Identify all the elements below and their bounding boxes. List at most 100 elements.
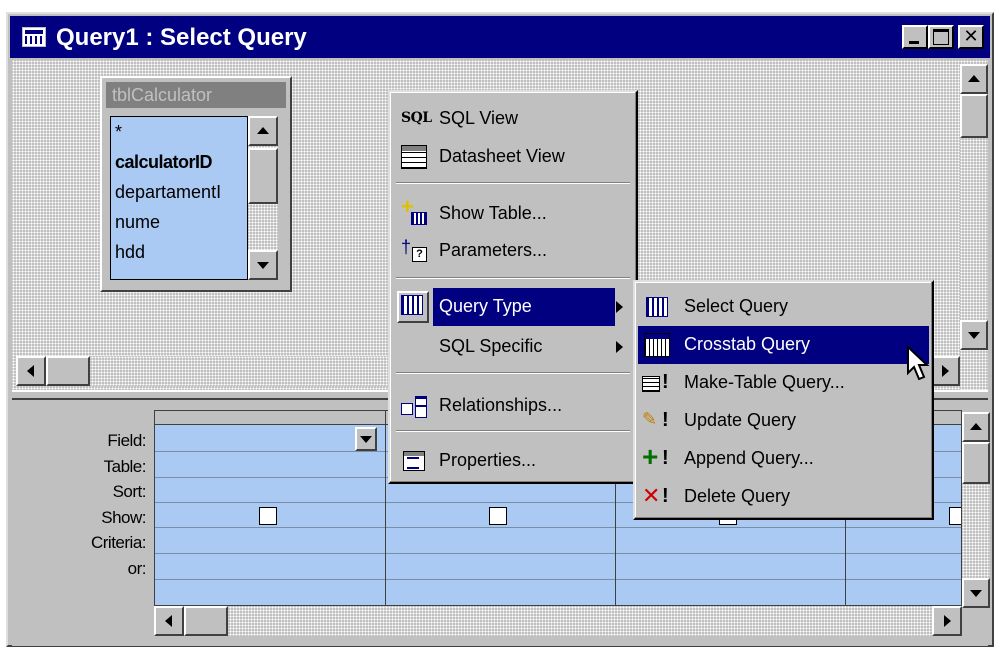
maximize-button[interactable] bbox=[928, 25, 954, 49]
row-label-show: Show: bbox=[101, 507, 146, 527]
scroll-thumb[interactable] bbox=[46, 356, 90, 386]
scroll-thumb[interactable] bbox=[248, 148, 278, 204]
show-checkbox[interactable] bbox=[489, 507, 507, 525]
scroll-up-button[interactable] bbox=[248, 116, 278, 146]
grid-column-divider bbox=[385, 425, 386, 605]
scroll-left-button[interactable] bbox=[16, 356, 46, 386]
menu-item-label: Query Type bbox=[439, 296, 532, 316]
scroll-thumb[interactable] bbox=[184, 606, 228, 636]
title-bar[interactable]: Query1 : Select Query ✕ bbox=[10, 16, 990, 58]
sql-icon: SQL bbox=[401, 110, 432, 126]
grid-line bbox=[155, 553, 961, 554]
menu-item-crosstab-query[interactable]: Crosstab Query bbox=[638, 326, 929, 364]
menu-item-properties[interactable]: Properties... bbox=[393, 442, 633, 480]
menu-item-parameters[interactable]: Parameters... bbox=[393, 232, 633, 270]
menu-item-sql-view[interactable]: SQL SQL View bbox=[393, 100, 633, 138]
menu-item-sql-specific[interactable]: SQL Specific bbox=[393, 328, 633, 366]
menu-separator bbox=[396, 430, 630, 432]
query-type-icon bbox=[397, 291, 429, 323]
column-selector[interactable] bbox=[385, 411, 386, 425]
menu-item-label: Select Query bbox=[684, 296, 789, 316]
menu-item-label: Relationships... bbox=[439, 395, 563, 415]
field-item-primary-key[interactable]: calculatorID bbox=[111, 147, 247, 177]
field-list-items[interactable]: * calculatorID departamentI nume hdd bbox=[110, 116, 248, 280]
scroll-down-button[interactable] bbox=[960, 320, 988, 350]
right-arrow-icon bbox=[942, 365, 949, 377]
menu-separator bbox=[396, 372, 630, 374]
menu-item-append-query[interactable]: ! Append Query... bbox=[638, 440, 929, 478]
scroll-up-button[interactable] bbox=[962, 412, 990, 442]
scroll-left-button[interactable] bbox=[154, 606, 184, 636]
menu-item-label: Update Query bbox=[684, 410, 797, 430]
field-item[interactable]: * bbox=[111, 117, 247, 147]
grid-row-labels: Field: Table: Sort: Show: Criteria: or: bbox=[12, 428, 152, 581]
field-dropdown-button[interactable] bbox=[355, 427, 377, 451]
query-type-submenu: Select Query Crosstab Query ! Make-Table… bbox=[633, 280, 934, 520]
close-button[interactable]: ✕ bbox=[958, 25, 984, 49]
row-label-or: or: bbox=[127, 558, 147, 578]
menu-item-label: SQL View bbox=[439, 108, 519, 128]
row-label-field: Field: bbox=[107, 431, 146, 450]
field-item[interactable]: nume bbox=[111, 207, 247, 237]
menu-item-show-table[interactable]: Show Table... bbox=[393, 194, 633, 233]
down-arrow-icon bbox=[257, 262, 269, 269]
menu-item-label: Properties... bbox=[439, 450, 537, 470]
menu-separator bbox=[396, 182, 630, 184]
menu-separator bbox=[396, 277, 630, 279]
left-arrow-icon bbox=[165, 615, 172, 627]
menu-item-make-table-query[interactable]: ! Make-Table Query... bbox=[638, 364, 929, 402]
up-arrow-icon bbox=[257, 127, 269, 134]
menu-item-label: Make-Table Query... bbox=[684, 372, 845, 392]
scroll-down-button[interactable] bbox=[962, 578, 990, 608]
scroll-right-button[interactable] bbox=[932, 606, 962, 636]
update-query-icon: ! bbox=[642, 409, 669, 433]
crosstab-query-icon bbox=[644, 333, 670, 357]
menu-item-update-query[interactable]: ! Update Query bbox=[638, 402, 929, 440]
scroll-up-button[interactable] bbox=[960, 64, 988, 94]
select-query-icon bbox=[644, 295, 670, 319]
left-arrow-icon bbox=[27, 365, 34, 377]
parameters-icon bbox=[401, 237, 427, 263]
show-checkbox[interactable] bbox=[949, 507, 961, 525]
window-title: Query1 : Select Query bbox=[56, 24, 307, 51]
menu-item-label: Delete Query bbox=[684, 486, 791, 506]
query-icon[interactable] bbox=[22, 27, 46, 47]
field-item[interactable]: departamentI bbox=[111, 177, 247, 207]
up-arrow-icon bbox=[968, 75, 980, 82]
show-table-icon bbox=[401, 194, 427, 226]
grid-horizontal-scrollbar[interactable] bbox=[154, 606, 962, 636]
submenu-arrow-icon bbox=[616, 301, 623, 313]
menu-item-label: Append Query... bbox=[684, 448, 814, 468]
scroll-right-button[interactable] bbox=[930, 356, 960, 386]
scroll-thumb[interactable] bbox=[960, 94, 988, 138]
chevron-down-icon bbox=[360, 436, 372, 443]
row-label-sort: Sort: bbox=[112, 482, 147, 501]
field-list-scrollbar[interactable] bbox=[248, 116, 278, 280]
menu-item-delete-query[interactable]: ! Delete Query bbox=[638, 478, 929, 516]
down-arrow-icon bbox=[968, 332, 980, 339]
make-table-query-icon: ! bbox=[642, 371, 669, 395]
menu-item-relationships[interactable]: Relationships... bbox=[393, 387, 633, 425]
field-list-title[interactable]: tblCalculator bbox=[106, 82, 286, 108]
scroll-down-button[interactable] bbox=[248, 250, 278, 280]
table-pane-vertical-scrollbar[interactable] bbox=[960, 64, 988, 394]
grid-line bbox=[155, 579, 961, 580]
show-checkbox[interactable] bbox=[259, 507, 277, 525]
menu-item-datasheet-view[interactable]: Datasheet View bbox=[393, 138, 633, 176]
properties-icon bbox=[401, 449, 427, 473]
scroll-thumb[interactable] bbox=[962, 442, 990, 484]
relationships-icon bbox=[401, 394, 427, 418]
menu-item-label: Crosstab Query bbox=[684, 334, 811, 354]
down-arrow-icon bbox=[970, 590, 982, 597]
menu-item-query-type[interactable]: Query Type bbox=[393, 288, 633, 326]
field-item[interactable]: hdd bbox=[111, 237, 247, 267]
datasheet-icon bbox=[401, 145, 427, 169]
field-list-tblcalculator[interactable]: tblCalculator * calculatorID departament… bbox=[100, 76, 292, 292]
up-arrow-icon bbox=[970, 423, 982, 430]
menu-item-select-query[interactable]: Select Query bbox=[638, 288, 929, 326]
minimize-button[interactable] bbox=[902, 25, 928, 49]
append-query-icon: ! bbox=[642, 441, 669, 473]
submenu-arrow-icon bbox=[616, 341, 623, 353]
grid-vertical-scrollbar[interactable] bbox=[962, 412, 990, 608]
right-arrow-icon bbox=[944, 615, 951, 627]
